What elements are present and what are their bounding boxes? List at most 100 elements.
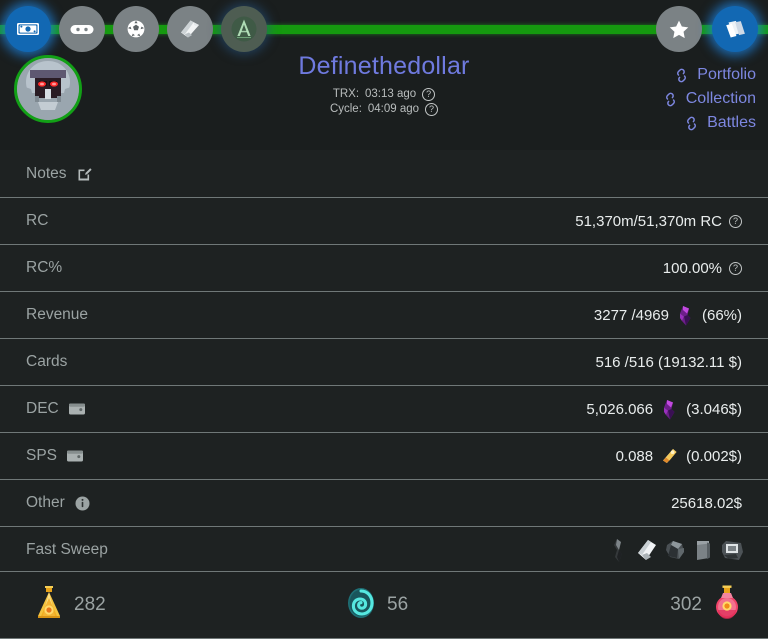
link-collection[interactable]: Collection — [662, 87, 756, 111]
wallet-icon[interactable] — [68, 401, 86, 417]
row-notes-label: Notes — [26, 164, 67, 182]
teal-spiral-icon — [345, 585, 377, 626]
header-sublines: TRX: 03:13 ago ? Cycle: 04:09 ago ? — [0, 87, 768, 117]
row-revenue-label: Revenue — [26, 306, 89, 323]
row-revenue: Revenue 3277 /4969 (66%) — [0, 291, 768, 338]
row-cards-label: Cards — [26, 353, 68, 370]
rc-percent-help-icon[interactable]: ? — [729, 261, 742, 275]
bottom-resources-bar: 282 56 302 — [0, 571, 768, 639]
cycle-help-icon[interactable]: ? — [425, 103, 439, 116]
dec-crystal-icon — [676, 305, 695, 326]
stats-rows: Notes RC 51,370m/51,370m RC ? RC% 100.00… — [0, 150, 768, 573]
trx-help-icon[interactable]: ? — [422, 88, 436, 101]
sweep-item-5-icon[interactable] — [720, 537, 743, 563]
row-rc-percent-label: RC% — [26, 259, 63, 276]
row-fast-sweep: Fast Sweep — [0, 526, 768, 573]
row-rc-value-group: 51,370m/51,370m RC ? — [575, 213, 742, 230]
row-other-label-group: Other — [26, 494, 91, 512]
sweep-item-2-icon[interactable] — [636, 537, 658, 563]
soccer-ball-icon[interactable] — [113, 6, 159, 52]
trx-line: TRX: 03:13 ago ? — [0, 87, 768, 102]
cycle-line: Cycle: 04:09 ago ? — [0, 102, 768, 117]
navbar-left-icons — [5, 6, 267, 52]
fast-sweep-items — [608, 537, 743, 563]
row-cards-value-group: 516 /516 (19132.11 $) — [595, 354, 742, 371]
player-avatar[interactable] — [14, 55, 82, 123]
cycle-label: Cycle: — [329, 103, 362, 115]
row-sps-label: SPS — [26, 447, 58, 464]
link-portfolio[interactable]: Portfolio — [662, 63, 756, 87]
resource-red-potion-value: 302 — [670, 594, 702, 615]
link-collection-label: Collection — [685, 90, 756, 107]
row-other-label: Other — [26, 494, 65, 511]
row-rc: RC 51,370m/51,370m RC ? — [0, 197, 768, 244]
gamepad-icon[interactable] — [59, 6, 105, 52]
row-dec-value: 5,026.066 — [586, 400, 654, 418]
resource-teal-spiral[interactable]: 56 — [345, 585, 408, 626]
row-sps: SPS 0.088 (0.002$) — [0, 432, 768, 479]
cycle-value: 04:09 ago — [367, 103, 420, 115]
resource-gold-potion[interactable]: 282 — [34, 584, 106, 627]
navbar-right-icons — [656, 6, 758, 52]
row-dec-label: DEC — [26, 400, 59, 417]
row-fast-sweep-label: Fast Sweep — [26, 541, 108, 558]
row-sps-value: 0.088 — [615, 447, 654, 465]
row-dec-value-group: 5,026.066 (3.046$) — [586, 399, 742, 420]
row-other: Other 25618.02$ — [0, 479, 768, 526]
row-other-value: 25618.02$ — [671, 494, 742, 512]
row-cards-label-group: Cards — [26, 353, 67, 371]
row-sps-suffix: (0.002$) — [686, 447, 742, 465]
row-revenue-label-group: Revenue — [26, 306, 88, 324]
letter-a-emblem-icon[interactable] — [221, 6, 267, 52]
trx-value: 03:13 ago — [365, 88, 417, 100]
wallet-icon[interactable] — [66, 448, 84, 464]
row-cards: Cards 516 /516 (19132.11 $) — [0, 338, 768, 385]
red-potion-icon — [712, 584, 742, 627]
row-revenue-suffix: (66%) — [701, 306, 742, 324]
gold-potion-icon — [34, 584, 64, 627]
row-dec-suffix: (3.046$) — [686, 400, 742, 418]
row-cards-value: 516 /516 (19132.11 $) — [595, 353, 742, 371]
row-sps-label-group: SPS — [26, 447, 84, 465]
sweep-item-4-icon[interactable] — [692, 537, 714, 563]
row-rc-label: RC — [26, 212, 49, 229]
link-battles[interactable]: Battles — [662, 111, 756, 135]
row-rc-percent-label-group: RC% — [26, 259, 62, 277]
row-rc-percent-value-group: 100.00% ? — [663, 260, 742, 277]
resource-red-potion[interactable]: 302 — [670, 584, 742, 627]
row-rc-percent-value: 100.00% — [662, 259, 722, 277]
header-links: Portfolio Collection Battles — [662, 63, 756, 135]
row-notes[interactable]: Notes — [0, 150, 768, 197]
header-title-block: Definethedollar TRX: 03:13 ago ? Cycle: … — [0, 52, 768, 117]
page-title[interactable]: Definethedollar — [0, 52, 768, 81]
sweep-item-1-icon[interactable] — [608, 537, 630, 563]
top-navbar — [0, 0, 768, 60]
row-revenue-value: 3277 /4969 — [593, 306, 669, 324]
link-battles-label: Battles — [707, 114, 756, 131]
row-dec-label-group: DEC — [26, 400, 86, 418]
row-rc-value: 51,370m/51,370m RC — [575, 212, 722, 230]
sps-token-icon — [660, 446, 679, 467]
sweep-item-3-icon[interactable] — [664, 537, 686, 563]
row-sps-value-group: 0.088 (0.002$) — [616, 446, 742, 467]
row-rc-label-group: RC — [26, 212, 48, 230]
link-chain-icon — [665, 92, 675, 106]
resource-gold-potion-value: 282 — [74, 594, 106, 615]
row-rc-percent: RC% 100.00% ? — [0, 244, 768, 291]
row-notes-label-group: Notes — [26, 165, 93, 183]
row-dec: DEC 5,026.066 (3.046$) — [0, 385, 768, 432]
edit-pencil-icon[interactable] — [76, 165, 93, 182]
link-chain-icon — [677, 68, 687, 82]
scroll-icon[interactable] — [167, 6, 213, 52]
link-chain-icon — [687, 116, 697, 130]
resource-teal-spiral-value: 56 — [387, 594, 409, 615]
card-stack-icon[interactable] — [712, 6, 758, 52]
info-circle-icon[interactable] — [74, 495, 91, 512]
banknote-icon[interactable] — [5, 6, 51, 52]
rc-help-icon[interactable]: ? — [729, 214, 742, 228]
dec-crystal-icon — [660, 399, 679, 420]
row-fast-sweep-label-group: Fast Sweep — [26, 541, 108, 559]
row-revenue-value-group: 3277 /4969 (66%) — [594, 305, 742, 326]
star-icon[interactable] — [656, 6, 702, 52]
page-header: Definethedollar TRX: 03:13 ago ? Cycle: … — [0, 0, 768, 150]
